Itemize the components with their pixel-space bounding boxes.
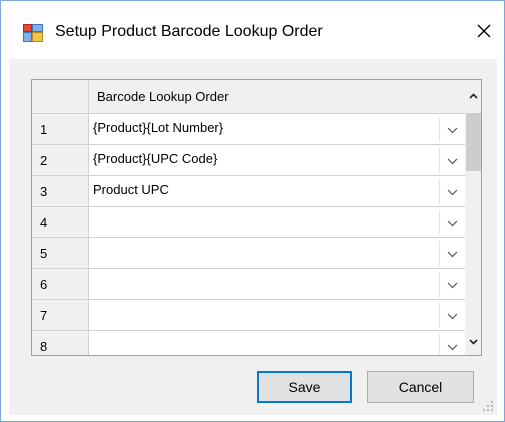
dropdown-button[interactable] bbox=[439, 303, 465, 328]
title-bar[interactable]: Setup Product Barcode Lookup Order bbox=[1, 1, 504, 59]
chevron-up-icon bbox=[469, 88, 478, 102]
lookup-order-cell[interactable]: {Product}{Lot Number} bbox=[89, 114, 465, 145]
cell-value: {Product}{Lot Number} bbox=[93, 120, 224, 135]
row-number[interactable]: 3 bbox=[32, 176, 89, 207]
table-row: 7 bbox=[32, 300, 465, 331]
chevron-down-icon bbox=[447, 149, 458, 173]
dialog-client-area: Barcode Lookup Order 1 {Product}{Lot Num… bbox=[9, 59, 497, 415]
chevron-down-icon bbox=[447, 211, 458, 235]
lookup-order-cell[interactable] bbox=[89, 300, 465, 331]
dropdown-button[interactable] bbox=[439, 117, 465, 142]
table-row: 5 bbox=[32, 238, 465, 269]
row-number[interactable]: 8 bbox=[32, 331, 89, 355]
cell-value: Product UPC bbox=[93, 182, 169, 197]
lookup-order-cell[interactable] bbox=[89, 331, 465, 356]
dialog-window: Setup Product Barcode Lookup Order Barco… bbox=[0, 0, 505, 422]
vertical-scrollbar[interactable] bbox=[465, 80, 481, 355]
scroll-thumb[interactable] bbox=[466, 113, 481, 171]
chevron-down-icon bbox=[469, 334, 478, 348]
lookup-order-cell[interactable] bbox=[89, 207, 465, 238]
dropdown-button[interactable] bbox=[439, 272, 465, 297]
table-row: 4 bbox=[32, 207, 465, 238]
row-number[interactable]: 6 bbox=[32, 269, 89, 300]
row-number[interactable]: 7 bbox=[32, 300, 89, 331]
lookup-order-grid: Barcode Lookup Order 1 {Product}{Lot Num… bbox=[31, 79, 482, 356]
lookup-order-cell[interactable] bbox=[89, 238, 465, 269]
lookup-order-cell[interactable]: Product UPC bbox=[89, 176, 465, 207]
table-row: 6 bbox=[32, 269, 465, 300]
chevron-down-icon bbox=[447, 242, 458, 266]
cell-value: {Product}{UPC Code} bbox=[93, 151, 218, 166]
column-header-barcode-lookup-order[interactable]: Barcode Lookup Order bbox=[89, 80, 465, 114]
row-number[interactable]: 1 bbox=[32, 114, 89, 145]
grid-header: Barcode Lookup Order bbox=[32, 80, 465, 114]
dropdown-button[interactable] bbox=[439, 210, 465, 235]
dropdown-button[interactable] bbox=[439, 241, 465, 266]
table-row: 1 {Product}{Lot Number} bbox=[32, 114, 465, 145]
scroll-up-button[interactable] bbox=[465, 86, 481, 103]
window-title: Setup Product Barcode Lookup Order bbox=[55, 23, 323, 40]
lookup-order-cell[interactable]: {Product}{UPC Code} bbox=[89, 145, 465, 176]
table-row: 8 bbox=[32, 331, 465, 356]
dropdown-button[interactable] bbox=[439, 179, 465, 204]
dropdown-button[interactable] bbox=[439, 148, 465, 173]
close-icon bbox=[476, 23, 492, 42]
grid-corner-cell[interactable] bbox=[32, 80, 89, 114]
table-row: 2 {Product}{UPC Code} bbox=[32, 145, 465, 176]
row-number[interactable]: 2 bbox=[32, 145, 89, 176]
application-form-icon bbox=[23, 24, 43, 42]
cancel-button[interactable]: Cancel bbox=[367, 371, 474, 403]
save-button[interactable]: Save bbox=[257, 371, 352, 403]
table-row: 3 Product UPC bbox=[32, 176, 465, 207]
close-button[interactable] bbox=[469, 17, 499, 47]
scroll-down-button[interactable] bbox=[465, 332, 481, 349]
row-number[interactable]: 4 bbox=[32, 207, 89, 238]
chevron-down-icon bbox=[447, 304, 458, 328]
lookup-order-cell[interactable] bbox=[89, 269, 465, 300]
chevron-down-icon bbox=[447, 335, 458, 356]
chevron-down-icon bbox=[447, 273, 458, 297]
dropdown-button[interactable] bbox=[439, 334, 465, 356]
chevron-down-icon bbox=[447, 118, 458, 142]
resize-grip-icon[interactable] bbox=[482, 400, 494, 412]
row-number[interactable]: 5 bbox=[32, 238, 89, 269]
chevron-down-icon bbox=[447, 180, 458, 204]
